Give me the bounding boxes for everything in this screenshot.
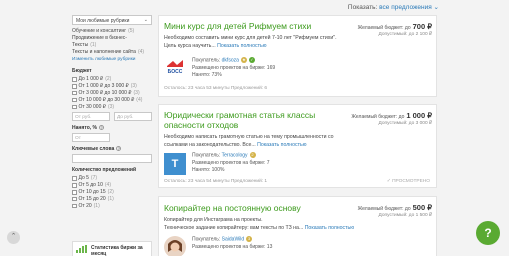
medal-icon: 2 [249, 152, 256, 158]
card-footer: Осталось: 23 часа 54 минуты Предложений:… [164, 179, 268, 184]
checkbox[interactable] [72, 183, 77, 188]
budget: Желаемый бюджет: до 700 ₽ Допустимый: до … [357, 22, 432, 37]
verified-icon: ✓ [248, 57, 255, 63]
stats-widget[interactable]: Статистика биржи за месяц [72, 241, 152, 256]
show-filter[interactable]: Показать: все предложения ⌄ [348, 3, 439, 11]
checkbox[interactable] [72, 97, 77, 103]
buyer-info: Покупатель: dkfsoza ★ ✓ Размещено проектов… [192, 57, 276, 79]
rubric-item: Тексты (1) [72, 42, 97, 49]
project-description: Необходимо составить мини курс для детей… [164, 35, 337, 49]
hired-title: Нанято, %? [72, 125, 104, 132]
hired-input[interactable]: От [72, 133, 110, 143]
budget-title: Бюджет [72, 68, 92, 75]
project-title[interactable]: Мини курс для детей Рифмуем стихи [164, 21, 311, 31]
project-title[interactable]: Юридически грамотная статья классы опасн… [164, 110, 354, 130]
budget-option[interactable]: От 3 000 ₽ до 10 000 ₽ (3) [72, 90, 152, 97]
avatar[interactable] [164, 236, 186, 256]
buyer-name[interactable]: SaidaWild [222, 236, 245, 242]
budget-option[interactable]: От 10 000 ₽ до 30 000 ₽ (4) [72, 97, 152, 104]
checkbox[interactable] [72, 77, 77, 82]
stats-label: Статистика биржи за месяц [91, 245, 143, 256]
help-icon[interactable]: ? [99, 125, 104, 131]
budget: Желаемый бюджет: до 1 000 ₽ Допустимый: д… [351, 111, 432, 126]
checkbox[interactable] [72, 190, 77, 195]
budget-from-input[interactable]: От руб. [72, 112, 110, 122]
budget-to-input[interactable]: До руб. [114, 112, 152, 122]
buyer-info: Покупатель: Terracology 2 Размещено проек… [192, 152, 270, 174]
bar-chart-icon [76, 245, 87, 253]
buyer-info: Покупатель: SaidaWild 3 Размещено проекто… [192, 236, 273, 250]
budget-option[interactable]: От 30 000 ₽ (3) [72, 104, 152, 111]
medal-icon: ★ [240, 57, 247, 63]
medal-icon: 3 [246, 236, 253, 242]
checkbox[interactable] [72, 203, 77, 209]
question-icon: ? [484, 226, 492, 240]
keywords-title: Ключевые слова? [72, 146, 122, 153]
budget-option[interactable]: От 1 000 ₽ до 3 000 ₽ (3) [72, 83, 152, 90]
rubric-select-value: Мои любимые рубрики [76, 18, 130, 24]
project-description: Копирайтер для Инстаграма на проекты. Те… [164, 217, 355, 231]
show-label: Показать: [347, 4, 378, 11]
budget: Желаемый бюджет: до 500 ₽ Допустимый: до … [357, 203, 432, 218]
checkbox[interactable] [72, 104, 77, 110]
buyer-name[interactable]: Terracology [222, 152, 248, 158]
rubric-item: Тексты и наполнение сайта (4) [72, 48, 145, 55]
budget-option[interactable]: До 1 000 ₽ (2) [72, 76, 152, 83]
rubric-select[interactable]: Мои любимые рубрики ⌄ [72, 15, 152, 25]
help-button[interactable]: ? [476, 221, 500, 245]
edit-rubrics-link[interactable]: Изменить любимые рубрики [72, 57, 152, 62]
avatar[interactable]: T [164, 153, 186, 175]
viewed-status: ✓ ПРОСМОТРЕНО [386, 179, 430, 184]
chevron-down-icon: ⌄ [433, 4, 439, 11]
project-description: Необходимо написать грамотную статью на … [164, 134, 334, 148]
show-more-link[interactable]: Показать полностью [217, 43, 266, 49]
project-card: Мини курс для детей Рифмуем стихи Желаем… [158, 15, 437, 97]
checkbox[interactable] [72, 84, 77, 89]
offers-option[interactable]: От 10 до 15 (2) [72, 189, 152, 196]
keywords-input[interactable] [72, 154, 152, 164]
show-value-dropdown[interactable]: все предложения [379, 4, 432, 11]
show-more-link[interactable]: Показать полностью [257, 142, 306, 148]
offers-option[interactable]: От 15 до 20 (1) [72, 196, 152, 203]
budget-range: От руб. До руб. [72, 112, 152, 122]
project-card: Юридически грамотная статья классы опасн… [158, 104, 437, 188]
scroll-top-button[interactable]: ⌃ [7, 231, 20, 244]
checkbox[interactable] [72, 90, 77, 96]
offers-option[interactable]: От 20 (1) [72, 203, 152, 210]
help-icon[interactable]: ? [116, 146, 122, 152]
project-title[interactable]: Копирайтер на постоянную основу [164, 203, 301, 213]
buyer-name[interactable]: dkfsoza [222, 57, 239, 63]
rubric-item: Обучение и консалтинг (5) [72, 28, 135, 35]
rubric-item: Продвижение в бизнес- [72, 35, 127, 42]
filters-sidebar: Мои любимые рубрики ⌄ Обучение и консалт… [72, 15, 152, 210]
offers-title: Количество предложений [72, 167, 137, 174]
offers-option[interactable]: От 5 до 10 (4) [72, 182, 152, 189]
checkbox[interactable] [72, 196, 77, 202]
avatar[interactable]: БОСС [164, 57, 186, 79]
project-card: Копирайтер на постоянную основу Желаемый… [158, 196, 437, 256]
svg-text:БОСС: БОСС [168, 69, 183, 75]
chevron-down-icon: ⌄ [143, 17, 148, 23]
offers-option[interactable]: До 5 (7) [72, 175, 152, 182]
chevron-up-icon: ⌃ [10, 233, 17, 240]
card-footer: Осталось: 23 часа 53 минуты Предложений:… [164, 86, 268, 91]
checkbox[interactable] [72, 176, 77, 181]
show-more-link[interactable]: Показать полностью [305, 225, 354, 231]
